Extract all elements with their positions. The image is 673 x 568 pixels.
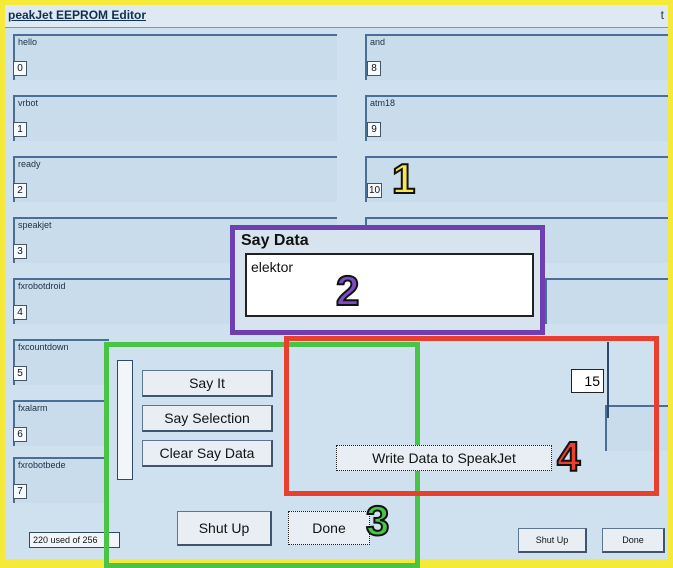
slot-6[interactable]: fxalarm 6 bbox=[13, 400, 109, 446]
slot-9[interactable]: atm18 9 bbox=[365, 95, 668, 141]
slot-number: 3 bbox=[13, 244, 27, 259]
callout-3: 3 bbox=[365, 497, 390, 544]
slot-label: and bbox=[370, 37, 386, 47]
slot-15-number-field[interactable]: 15 bbox=[571, 369, 604, 393]
slot-number: 5 bbox=[13, 366, 27, 381]
slot-label: fxrobotbede bbox=[18, 460, 66, 470]
title-bar: peakJet EEPROM Editor t bbox=[5, 5, 668, 28]
write-data-to-speakjet-button[interactable]: Write Data to SpeakJet bbox=[336, 445, 552, 471]
done-button-small[interactable]: Done bbox=[602, 528, 665, 553]
slot-7[interactable]: fxrobotbede 7 bbox=[13, 457, 109, 503]
slot-number: 4 bbox=[13, 305, 27, 320]
window-control-icon[interactable]: t bbox=[661, 8, 664, 22]
slot-12[interactable] bbox=[545, 278, 668, 324]
slot-number: 6 bbox=[13, 427, 27, 442]
scroll-divider bbox=[607, 342, 609, 418]
say-selection-button[interactable]: Say Selection bbox=[142, 405, 273, 432]
say-it-button[interactable]: Say It bbox=[142, 370, 273, 397]
slot-label: ready bbox=[18, 159, 41, 169]
clear-say-data-button[interactable]: Clear Say Data bbox=[142, 440, 273, 467]
callout-4: 4 bbox=[556, 433, 581, 480]
callout-2: 2 bbox=[335, 267, 360, 314]
slot-2[interactable]: ready 2 bbox=[13, 156, 337, 202]
say-data-value: elektor bbox=[251, 259, 294, 275]
shut-up-button[interactable]: Shut Up bbox=[177, 511, 272, 546]
write-data-panel bbox=[284, 336, 659, 496]
slot-label: hello bbox=[18, 37, 38, 47]
slot-number: 2 bbox=[13, 183, 27, 198]
slot-number: 8 bbox=[367, 61, 381, 76]
shut-up-button-small[interactable]: Shut Up bbox=[518, 528, 587, 553]
slot-label: vrbot bbox=[18, 98, 39, 108]
vertical-slider[interactable] bbox=[117, 360, 133, 480]
window-title: peakJet EEPROM Editor bbox=[8, 8, 147, 22]
say-data-title: Say Data bbox=[241, 232, 309, 249]
slot-8[interactable]: and 8 bbox=[365, 34, 668, 80]
slot-label: fxcountdown bbox=[18, 342, 69, 352]
slot-number: 10 bbox=[367, 183, 383, 198]
done-button[interactable]: Done bbox=[288, 511, 370, 545]
slot-0[interactable]: hello 0 bbox=[13, 34, 337, 80]
slot-number: 0 bbox=[13, 61, 27, 76]
slot-number: 9 bbox=[367, 122, 381, 137]
say-data-panel: Say Data elektor bbox=[230, 225, 545, 335]
slot-number: 7 bbox=[13, 484, 27, 499]
callout-1: 1 bbox=[391, 155, 416, 202]
slot-label: fxrobotdroid bbox=[18, 281, 66, 291]
say-data-field[interactable]: elektor bbox=[245, 253, 534, 317]
slot-label: speakjet bbox=[18, 220, 52, 230]
slot-5[interactable]: fxcountdown 5 bbox=[13, 339, 109, 385]
slot-label: fxalarm bbox=[18, 403, 48, 413]
slot-number: 1 bbox=[13, 122, 27, 137]
slot-label: atm18 bbox=[370, 98, 396, 108]
slot-1[interactable]: vrbot 1 bbox=[13, 95, 337, 141]
